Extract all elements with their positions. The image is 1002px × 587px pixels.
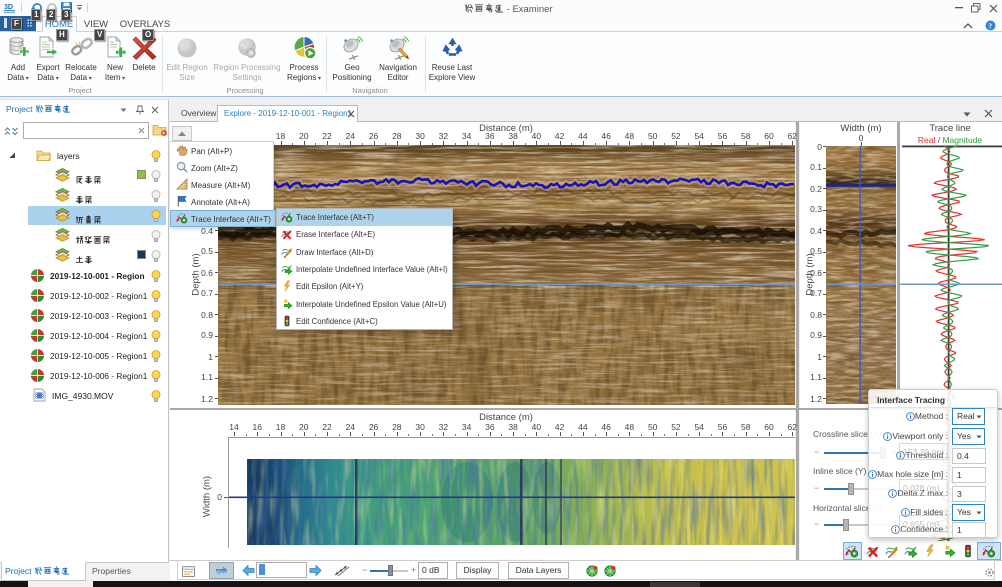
svg-text:3D: 3D: [4, 4, 13, 11]
svg-text:?: ?: [988, 21, 992, 30]
